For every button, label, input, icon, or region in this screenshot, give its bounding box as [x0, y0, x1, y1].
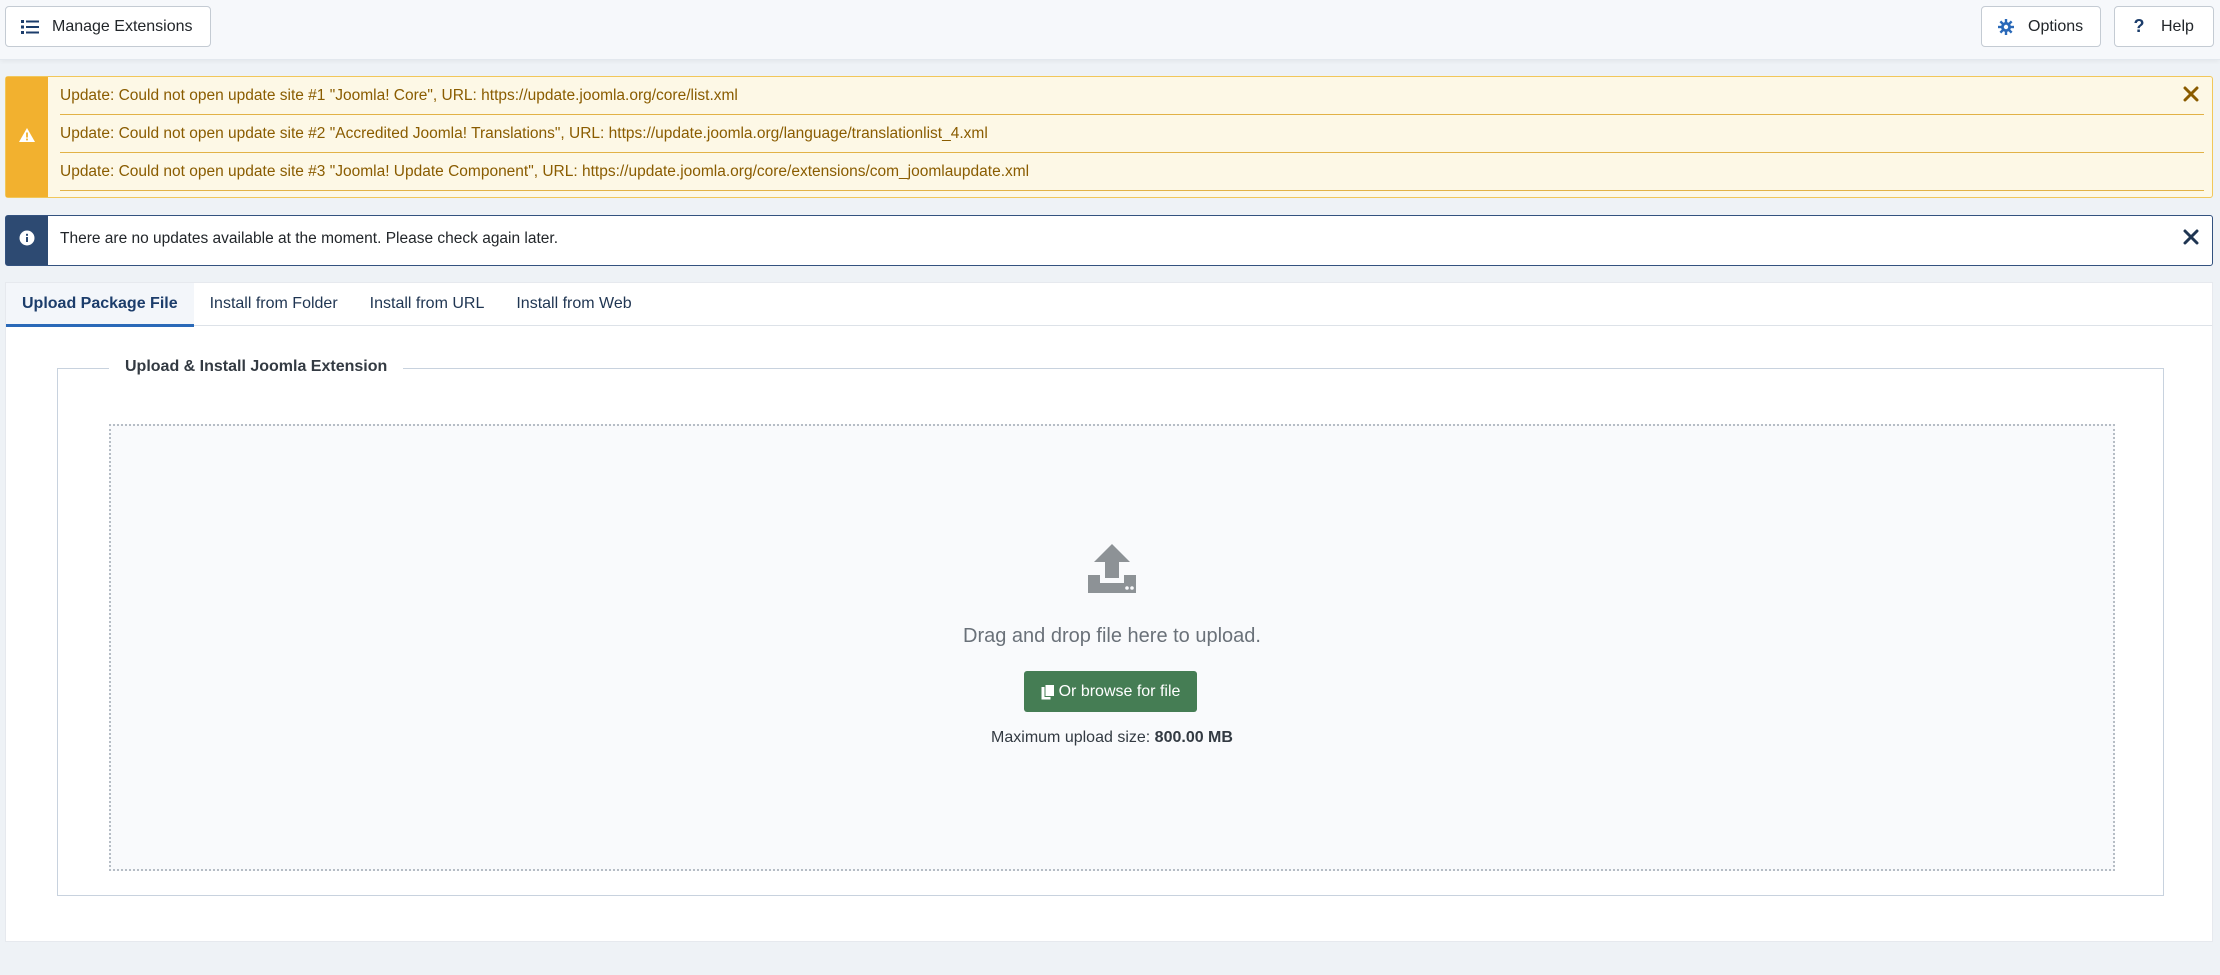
max-upload-size: Maximum upload size: 800.00 MB [111, 729, 2113, 747]
warning-alert: Update: Could not open update site #1 "J… [5, 76, 2213, 198]
max-upload-size-value: 800.00 MB [1154, 729, 1233, 746]
warning-bar [6, 77, 48, 197]
upload-dropzone[interactable]: Drag and drop file here to upload. Or br… [109, 424, 2115, 871]
tab-install-from-url[interactable]: Install from URL [354, 283, 501, 326]
help-button[interactable]: ? Help [2114, 6, 2214, 47]
info-alert: There are no updates available at the mo… [5, 215, 2213, 266]
upload-fieldset: Upload & Install Joomla Extension Drag a… [57, 358, 2164, 896]
close-warning-button[interactable] [2180, 85, 2202, 107]
gear-icon [1996, 17, 2016, 37]
warning-message: Update: Could not open update site #3 "J… [60, 153, 2204, 191]
tab-install-from-web[interactable]: Install from Web [500, 283, 647, 326]
info-message: There are no updates available at the mo… [60, 230, 559, 247]
drop-instructions: Drag and drop file here to upload. [963, 625, 1261, 647]
tab-upload-package-file[interactable]: Upload Package File [6, 283, 194, 327]
options-label: Options [2028, 17, 2084, 35]
upload-icon [1086, 543, 1138, 595]
info-bar [6, 216, 48, 265]
upload-legend: Upload & Install Joomla Extension [109, 358, 404, 376]
manage-extensions-button[interactable]: Manage Extensions [5, 6, 211, 47]
tab-install-from-folder[interactable]: Install from Folder [194, 283, 354, 326]
install-card: Upload Package File Install from Folder … [5, 282, 2213, 942]
options-button[interactable]: Options [1981, 6, 2101, 47]
close-icon [2183, 229, 2199, 250]
list-icon [20, 17, 40, 37]
copy-icon [1041, 683, 1055, 700]
browse-file-button[interactable]: Or browse for file [1024, 671, 1197, 712]
close-info-button[interactable] [2180, 228, 2202, 250]
toolbar: Manage Extensions Options ? Help [0, 0, 2220, 60]
help-label: Help [2161, 17, 2194, 35]
warning-message: Update: Could not open update site #2 "A… [60, 115, 2204, 153]
question-icon: ? [2133, 16, 2145, 36]
manage-extensions-label: Manage Extensions [52, 17, 193, 35]
warning-triangle-icon [19, 127, 35, 147]
max-upload-size-label: Maximum upload size: [991, 729, 1155, 746]
warning-message: Update: Could not open update site #1 "J… [60, 77, 2204, 115]
install-tabs: Upload Package File Install from Folder … [6, 283, 2212, 327]
browse-file-label: Or browse for file [1058, 682, 1181, 700]
close-icon [2183, 86, 2199, 107]
info-circle-icon [19, 230, 35, 251]
